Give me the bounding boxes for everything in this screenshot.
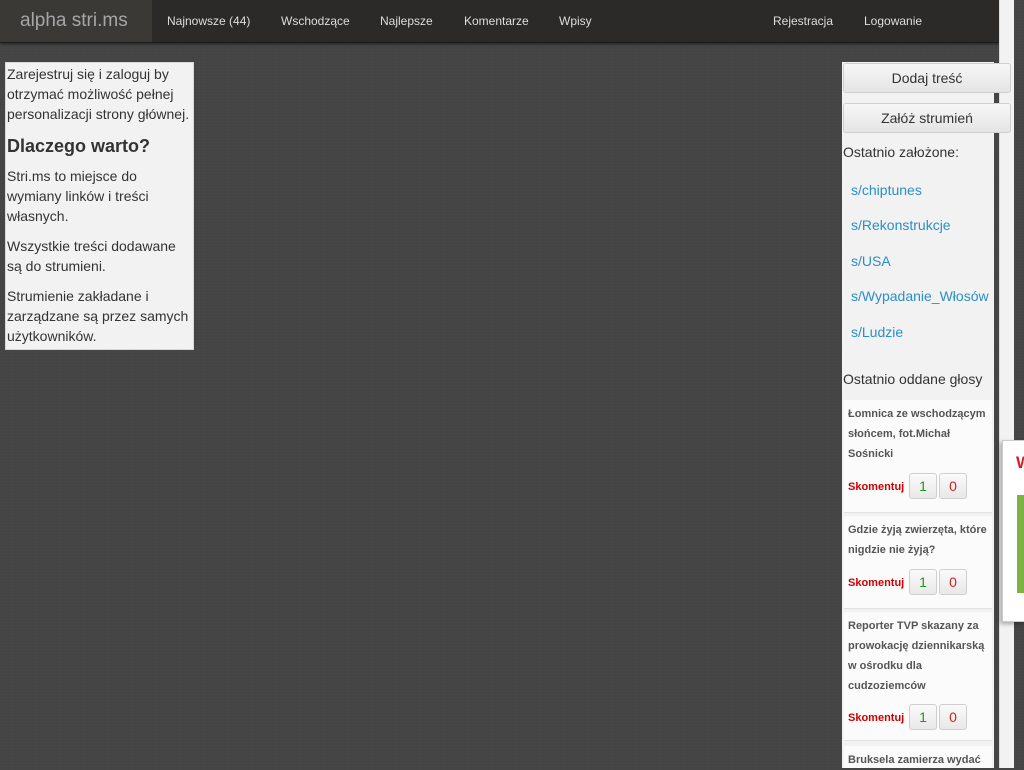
popup-green-block bbox=[1017, 495, 1024, 593]
nav-posts[interactable]: Wpisy bbox=[559, 0, 592, 42]
comment-link[interactable]: Skomentuj bbox=[848, 577, 904, 589]
vote-item: Gdzie żyją zwierzęta, które nigdzie nie … bbox=[844, 516, 992, 609]
vote-item-title[interactable]: Gdzie żyją zwierzęta, które nigdzie nie … bbox=[848, 520, 990, 560]
add-content-button[interactable]: Dodaj treść bbox=[843, 63, 1011, 93]
stream-link[interactable]: s/Rekonstrukcje bbox=[851, 217, 951, 233]
downvote-button[interactable]: 0 bbox=[939, 704, 967, 730]
top-navbar: alpha stri.ms Najnowsze (44) Wschodzące … bbox=[0, 0, 999, 43]
register-intro: Zarejestruj się i zaloguj by otrzymać mo… bbox=[7, 66, 190, 122]
stream-link[interactable]: s/Wypadanie_Włosów bbox=[851, 288, 989, 304]
vote-item-title[interactable]: Łomnica ze wschodzącym słońcem, fot.Mich… bbox=[848, 404, 990, 464]
nav-newest[interactable]: Najnowsze (44) bbox=[167, 0, 250, 42]
vote-item-title[interactable]: Reporter TVP skazany za prowokację dzien… bbox=[848, 616, 990, 696]
brand-logo[interactable]: alpha stri.ms bbox=[0, 0, 152, 42]
stream-link[interactable]: s/chiptunes bbox=[851, 182, 922, 198]
info-paragraph: Wszystkie treści dodawane są do strumien… bbox=[7, 238, 176, 274]
vote-item-title[interactable]: Bruksela zamierza wydać bbox=[848, 750, 990, 770]
side-popup[interactable]: W bbox=[1002, 440, 1024, 622]
create-stream-button[interactable]: Załóż strumień bbox=[843, 103, 1011, 133]
downvote-button[interactable]: 0 bbox=[939, 569, 967, 595]
recent-votes-heading: Ostatnio oddane głosy bbox=[843, 371, 983, 387]
info-box: Zarejestruj się i zaloguj by otrzymać mo… bbox=[5, 62, 194, 350]
vote-item: Reporter TVP skazany za prowokację dzien… bbox=[844, 612, 992, 741]
register-link[interactable]: Rejestracja bbox=[773, 0, 833, 42]
upvote-button[interactable]: 1 bbox=[909, 569, 937, 595]
stream-link[interactable]: s/Ludzie bbox=[851, 324, 903, 340]
comment-link[interactable]: Skomentuj bbox=[848, 712, 904, 724]
login-link[interactable]: Logowanie bbox=[864, 0, 922, 42]
vote-item: Łomnica ze wschodzącym słońcem, fot.Mich… bbox=[844, 400, 992, 513]
vote-item: Bruksela zamierza wydać bbox=[844, 746, 992, 768]
comment-link[interactable]: Skomentuj bbox=[848, 481, 904, 493]
downvote-button[interactable]: 0 bbox=[939, 473, 967, 499]
info-paragraph: Strumienie zakładane i zarządzane są prz… bbox=[7, 288, 189, 344]
stream-link[interactable]: s/USA bbox=[851, 253, 891, 269]
popup-title: W bbox=[1016, 453, 1024, 473]
nav-comments[interactable]: Komentarze bbox=[464, 0, 529, 42]
upvote-button[interactable]: 1 bbox=[909, 704, 937, 730]
recent-streams-heading: Ostatnio założone: bbox=[843, 144, 959, 160]
why-heading: Dlaczego warto? bbox=[7, 136, 151, 156]
upvote-button[interactable]: 1 bbox=[909, 473, 937, 499]
nav-rising[interactable]: Wschodzące bbox=[281, 0, 350, 42]
nav-best[interactable]: Najlepsze bbox=[380, 0, 433, 42]
info-paragraph: Stri.ms to miejsce do wymiany linków i t… bbox=[7, 168, 149, 224]
